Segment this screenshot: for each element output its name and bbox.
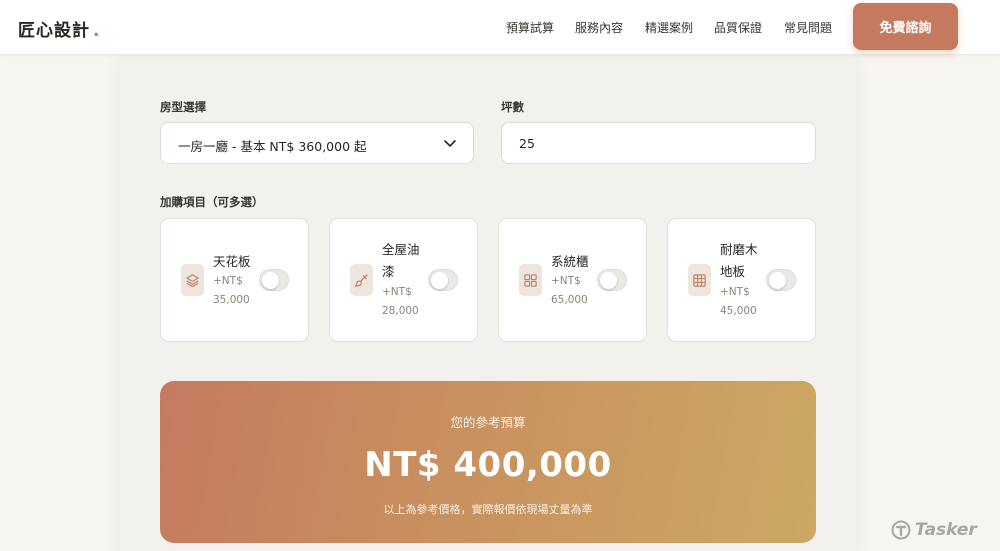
addon-price-prefix: +NT$ (551, 275, 581, 287)
area-input[interactable] (501, 122, 816, 164)
room-type-value: 一房一廳 - 基本 NT$ 360,000 起 (178, 139, 367, 154)
site-logo[interactable]: 匠心設計. (18, 16, 100, 41)
addon-name: 天花板 (213, 254, 251, 269)
addons-label: 加購項目（可多選） (160, 195, 264, 209)
nav-link-faq[interactable]: 常見問題 (784, 19, 832, 36)
addon-price-prefix: +NT$ (382, 286, 412, 298)
addon-price-value: 65,000 (551, 294, 588, 306)
logo-dot: . (93, 21, 101, 41)
addon-card-painting[interactable]: 全屋油 漆 +NT$ 28,000 (329, 218, 478, 342)
addon-card-flooring[interactable]: 耐磨木 地板 +NT$ 45,000 (667, 218, 816, 342)
addon-price-prefix: +NT$ (213, 275, 243, 287)
addon-price-value: 28,000 (382, 305, 419, 317)
area-label: 坪數 (501, 100, 524, 114)
addon-toggle-ceiling[interactable] (259, 269, 289, 291)
budget-result-panel: 您的參考預算 NT$ 400,000 以上為參考價格，實際報價依現場丈量為準 (160, 381, 816, 543)
addon-toggle-flooring[interactable] (766, 269, 796, 291)
toggle-knob (769, 272, 786, 289)
addon-toggle-cabinets[interactable] (597, 269, 627, 291)
addon-price-prefix: +NT$ (720, 286, 750, 298)
nav-link-portfolio[interactable]: 精選案例 (645, 19, 693, 36)
result-amount: NT$ 400,000 (364, 445, 612, 485)
addon-card-cabinets[interactable]: 系統櫃 +NT$ 65,000 (498, 218, 647, 342)
toggle-knob (262, 272, 279, 289)
tasker-watermark: Tasker (891, 519, 977, 541)
nav-link-services[interactable]: 服務內容 (575, 19, 623, 36)
watermark-text: Tasker (915, 520, 977, 540)
floor-grid-icon (688, 264, 711, 296)
addon-name: 系統櫃 (551, 254, 589, 269)
addon-price-value: 45,000 (720, 305, 757, 317)
result-note: 以上為參考價格，實際報價依現場丈量為準 (383, 503, 593, 516)
room-type-label: 房型選擇 (160, 100, 206, 114)
chevron-down-icon (444, 140, 456, 147)
addon-card-ceiling[interactable]: 天花板 +NT$ 35,000 (160, 218, 309, 342)
toggle-knob (431, 272, 448, 289)
addon-name-line-1: 耐磨木 (720, 242, 758, 257)
logo-text: 匠心設計 (18, 21, 90, 41)
room-type-select[interactable]: 一房一廳 - 基本 NT$ 360,000 起 (160, 122, 474, 164)
result-label: 您的參考預算 (450, 415, 526, 430)
paint-brush-icon (350, 264, 373, 296)
toggle-knob (600, 272, 617, 289)
addon-toggle-painting[interactable] (428, 269, 458, 291)
free-consultation-button[interactable]: 免費諮詢 (853, 3, 958, 50)
addon-price-value: 35,000 (213, 294, 250, 306)
nav-link-budget[interactable]: 預算試算 (506, 19, 554, 36)
addon-name-line-2: 漆 (382, 264, 395, 279)
nav-link-quality[interactable]: 品質保證 (714, 19, 762, 36)
layers-icon (181, 264, 204, 296)
grid-icon (519, 264, 542, 296)
site-header: 匠心設計. 預算試算 服務內容 精選案例 品質保證 常見問題 免費諮詢 (0, 0, 1000, 55)
addon-name-line-1: 全屋油 (382, 242, 420, 257)
addon-name-line-2: 地板 (720, 264, 746, 279)
tasker-logo-icon (891, 520, 911, 540)
